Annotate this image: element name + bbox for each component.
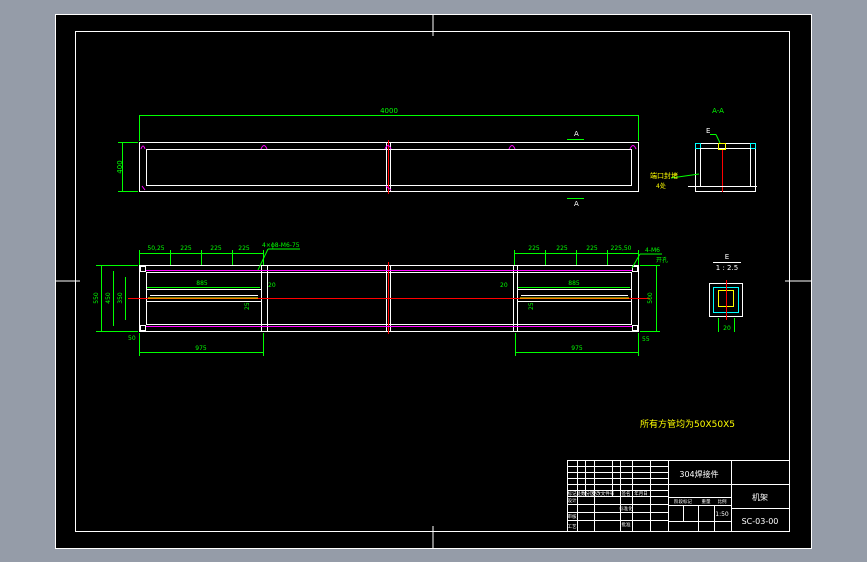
tb-standard-label: 标准化 [619, 505, 633, 512]
plan-right-spacing-4: 225,50 [611, 245, 632, 252]
plan-hole-note: 4×ϕ8-M6-75 [262, 242, 300, 249]
plan-left-bottom-dim: 975 [195, 345, 207, 352]
drawing-paper [55, 14, 812, 549]
plan-right-width: 500 [647, 292, 654, 304]
front-length-dim: 4000 [380, 107, 398, 115]
plan-left-spacing-2: 225 [180, 245, 192, 252]
tube-spec-note: 所有方管均为50X50X5 [640, 418, 735, 430]
plan-left-foot-dim: 50 [128, 335, 136, 342]
section-mark-top: A [574, 130, 579, 138]
plan-right-spacing-2: 225 [556, 245, 568, 252]
plan-left-width-outer: 550 [93, 292, 100, 304]
plan-right-small-dim: 25 [528, 302, 535, 310]
tb-row-label-4: 更改文件号 [592, 490, 615, 497]
plan-right-bottom-dim: 975 [571, 345, 583, 352]
plan-left-offset-dim: 20 [268, 282, 276, 289]
tb-row-label-5: 签名 [622, 490, 631, 497]
tb-drawing-number: SC-03-00 [742, 517, 779, 526]
tb-row-label-6: 年月日 [634, 490, 648, 497]
tb-approve-label: 批准 [622, 521, 631, 528]
tb-weight-label: 重量 [702, 498, 711, 505]
tb-design-label: 设计 [568, 497, 577, 504]
section-title: A-A [712, 107, 724, 115]
tb-review-label: 审核 [568, 513, 577, 520]
tb-stage-label: 阶段标记 [674, 498, 692, 505]
detail-scale: 1 : 2.5 [716, 264, 738, 272]
weld-note: 端口封堵 [650, 171, 678, 180]
tb-material: 304焊接件 [679, 469, 718, 479]
plan-right-offset-dim: 20 [500, 282, 508, 289]
plan-left-spacing-1: 50,25 [147, 245, 164, 252]
plan-right-foot-dim: 55 [642, 336, 650, 343]
plan-left-width-inner: 350 [117, 292, 124, 304]
detail-dim: 20 [723, 325, 731, 332]
cad-drawing-sheet: 4000 400 A A A-A E 端口封堵 4处 50,25 225 225… [55, 14, 812, 549]
section-mark-bottom: A [574, 200, 579, 208]
plan-right-spacing-1: 225 [528, 245, 540, 252]
plan-left-width-mid: 450 [105, 292, 112, 304]
plan-right-inner-dim: 885 [568, 280, 580, 287]
plan-right-note-sub: 开孔 [656, 256, 668, 264]
weld-note-sub: 4处 [656, 182, 666, 190]
plan-left-inner-dim: 885 [196, 280, 208, 287]
tb-part-name: 机架 [752, 492, 768, 502]
plan-right-spacing-3: 225 [586, 245, 598, 252]
tb-scale: 1:50 [715, 511, 729, 518]
tb-process-label: 工艺 [568, 524, 577, 530]
front-height-dim: 400 [116, 160, 124, 173]
detail-title: E [725, 253, 729, 261]
section-detail-ref: E [706, 127, 710, 135]
plan-right-note: 4-M6 [645, 247, 660, 254]
plan-left-small-dim: 25 [244, 302, 251, 310]
plan-left-spacing-4: 225 [238, 245, 250, 252]
plan-left-spacing-3: 225 [210, 245, 222, 252]
tb-scale-label: 比例 [718, 498, 727, 505]
